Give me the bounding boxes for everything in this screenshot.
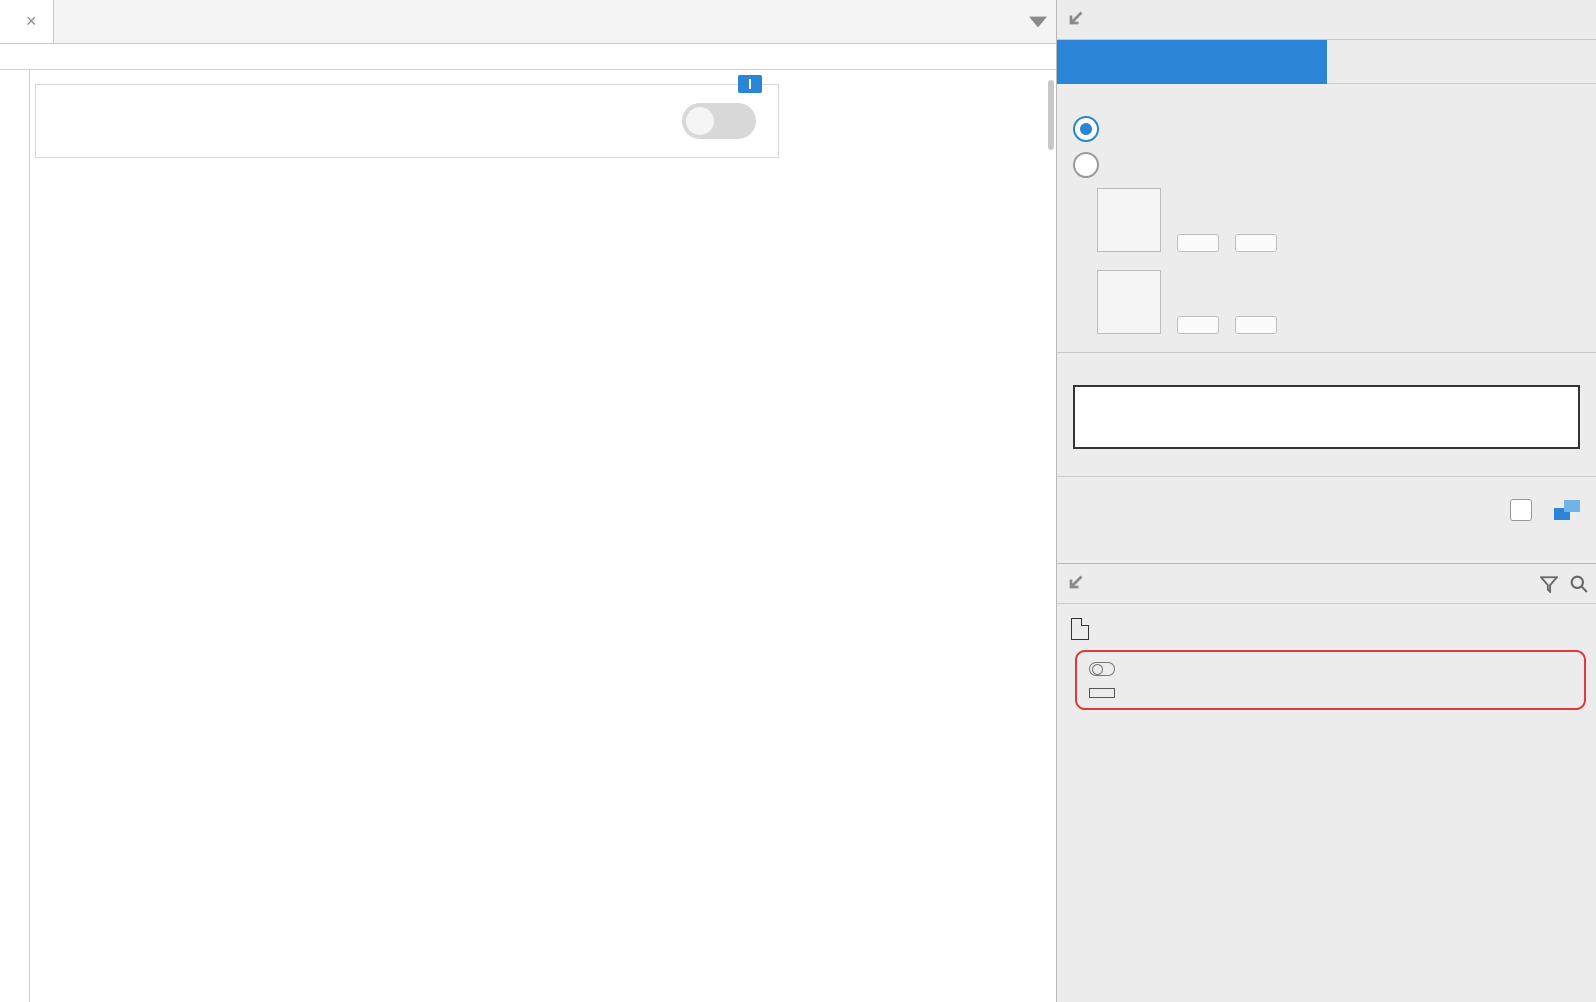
thumb-28-group (1097, 188, 1580, 252)
radio-custom-icon[interactable] (1073, 152, 1580, 178)
outline-switch-item[interactable] (1085, 656, 1576, 682)
outline-page-item[interactable] (1067, 612, 1586, 646)
radio-use-thumbnail[interactable] (1073, 116, 1580, 142)
page-icon (1071, 618, 1089, 640)
document-tab[interactable]: × (0, 0, 54, 43)
search-icon[interactable] (1570, 575, 1588, 593)
thumbnail-56-box[interactable] (1097, 270, 1161, 334)
canvas[interactable] (30, 70, 1056, 1002)
outline-title-item[interactable] (1085, 682, 1576, 704)
thumb-56-group (1097, 270, 1580, 334)
canvas-area: × (0, 0, 1056, 1002)
enable-checkbox[interactable] (1510, 499, 1532, 521)
rect-icon (1089, 688, 1115, 698)
tooltip-input[interactable] (1073, 385, 1580, 449)
filter-icon[interactable] (1540, 575, 1558, 593)
popout-icon[interactable] (1065, 11, 1083, 29)
clear-28-button[interactable] (1235, 234, 1277, 252)
thumbnail-28-box[interactable] (1097, 188, 1161, 252)
ruler-vertical (0, 70, 30, 1002)
scrollbar-vertical[interactable] (1048, 80, 1054, 150)
outline-panel (1057, 563, 1596, 1002)
adaptive-settings-icon[interactable] (1554, 500, 1580, 520)
switch-off-widget[interactable] (682, 103, 756, 139)
inspector-tabs (1057, 40, 1596, 84)
popout-icon[interactable] (1065, 575, 1083, 593)
inspector-header (1057, 0, 1596, 40)
ruler-horizontal (0, 44, 1056, 70)
radio-icon[interactable] (1073, 116, 1099, 142)
close-icon[interactable]: × (26, 11, 37, 32)
selection-handle-icon[interactable] (738, 75, 762, 93)
clear-56-button[interactable] (1235, 316, 1277, 334)
tab-properties[interactable] (1057, 40, 1327, 84)
switch-icon (1089, 662, 1115, 676)
import-56-button[interactable] (1177, 316, 1219, 334)
tab-description[interactable] (1327, 40, 1596, 84)
tabs-dropdown-icon[interactable] (1020, 0, 1056, 43)
radio-icon[interactable] (1073, 152, 1099, 178)
import-28-button[interactable] (1177, 234, 1219, 252)
inspector-body (1057, 84, 1596, 563)
title-row-widget[interactable] (35, 84, 779, 158)
document-tabbar: × (0, 0, 1056, 44)
outline-highlight-group (1075, 650, 1586, 710)
